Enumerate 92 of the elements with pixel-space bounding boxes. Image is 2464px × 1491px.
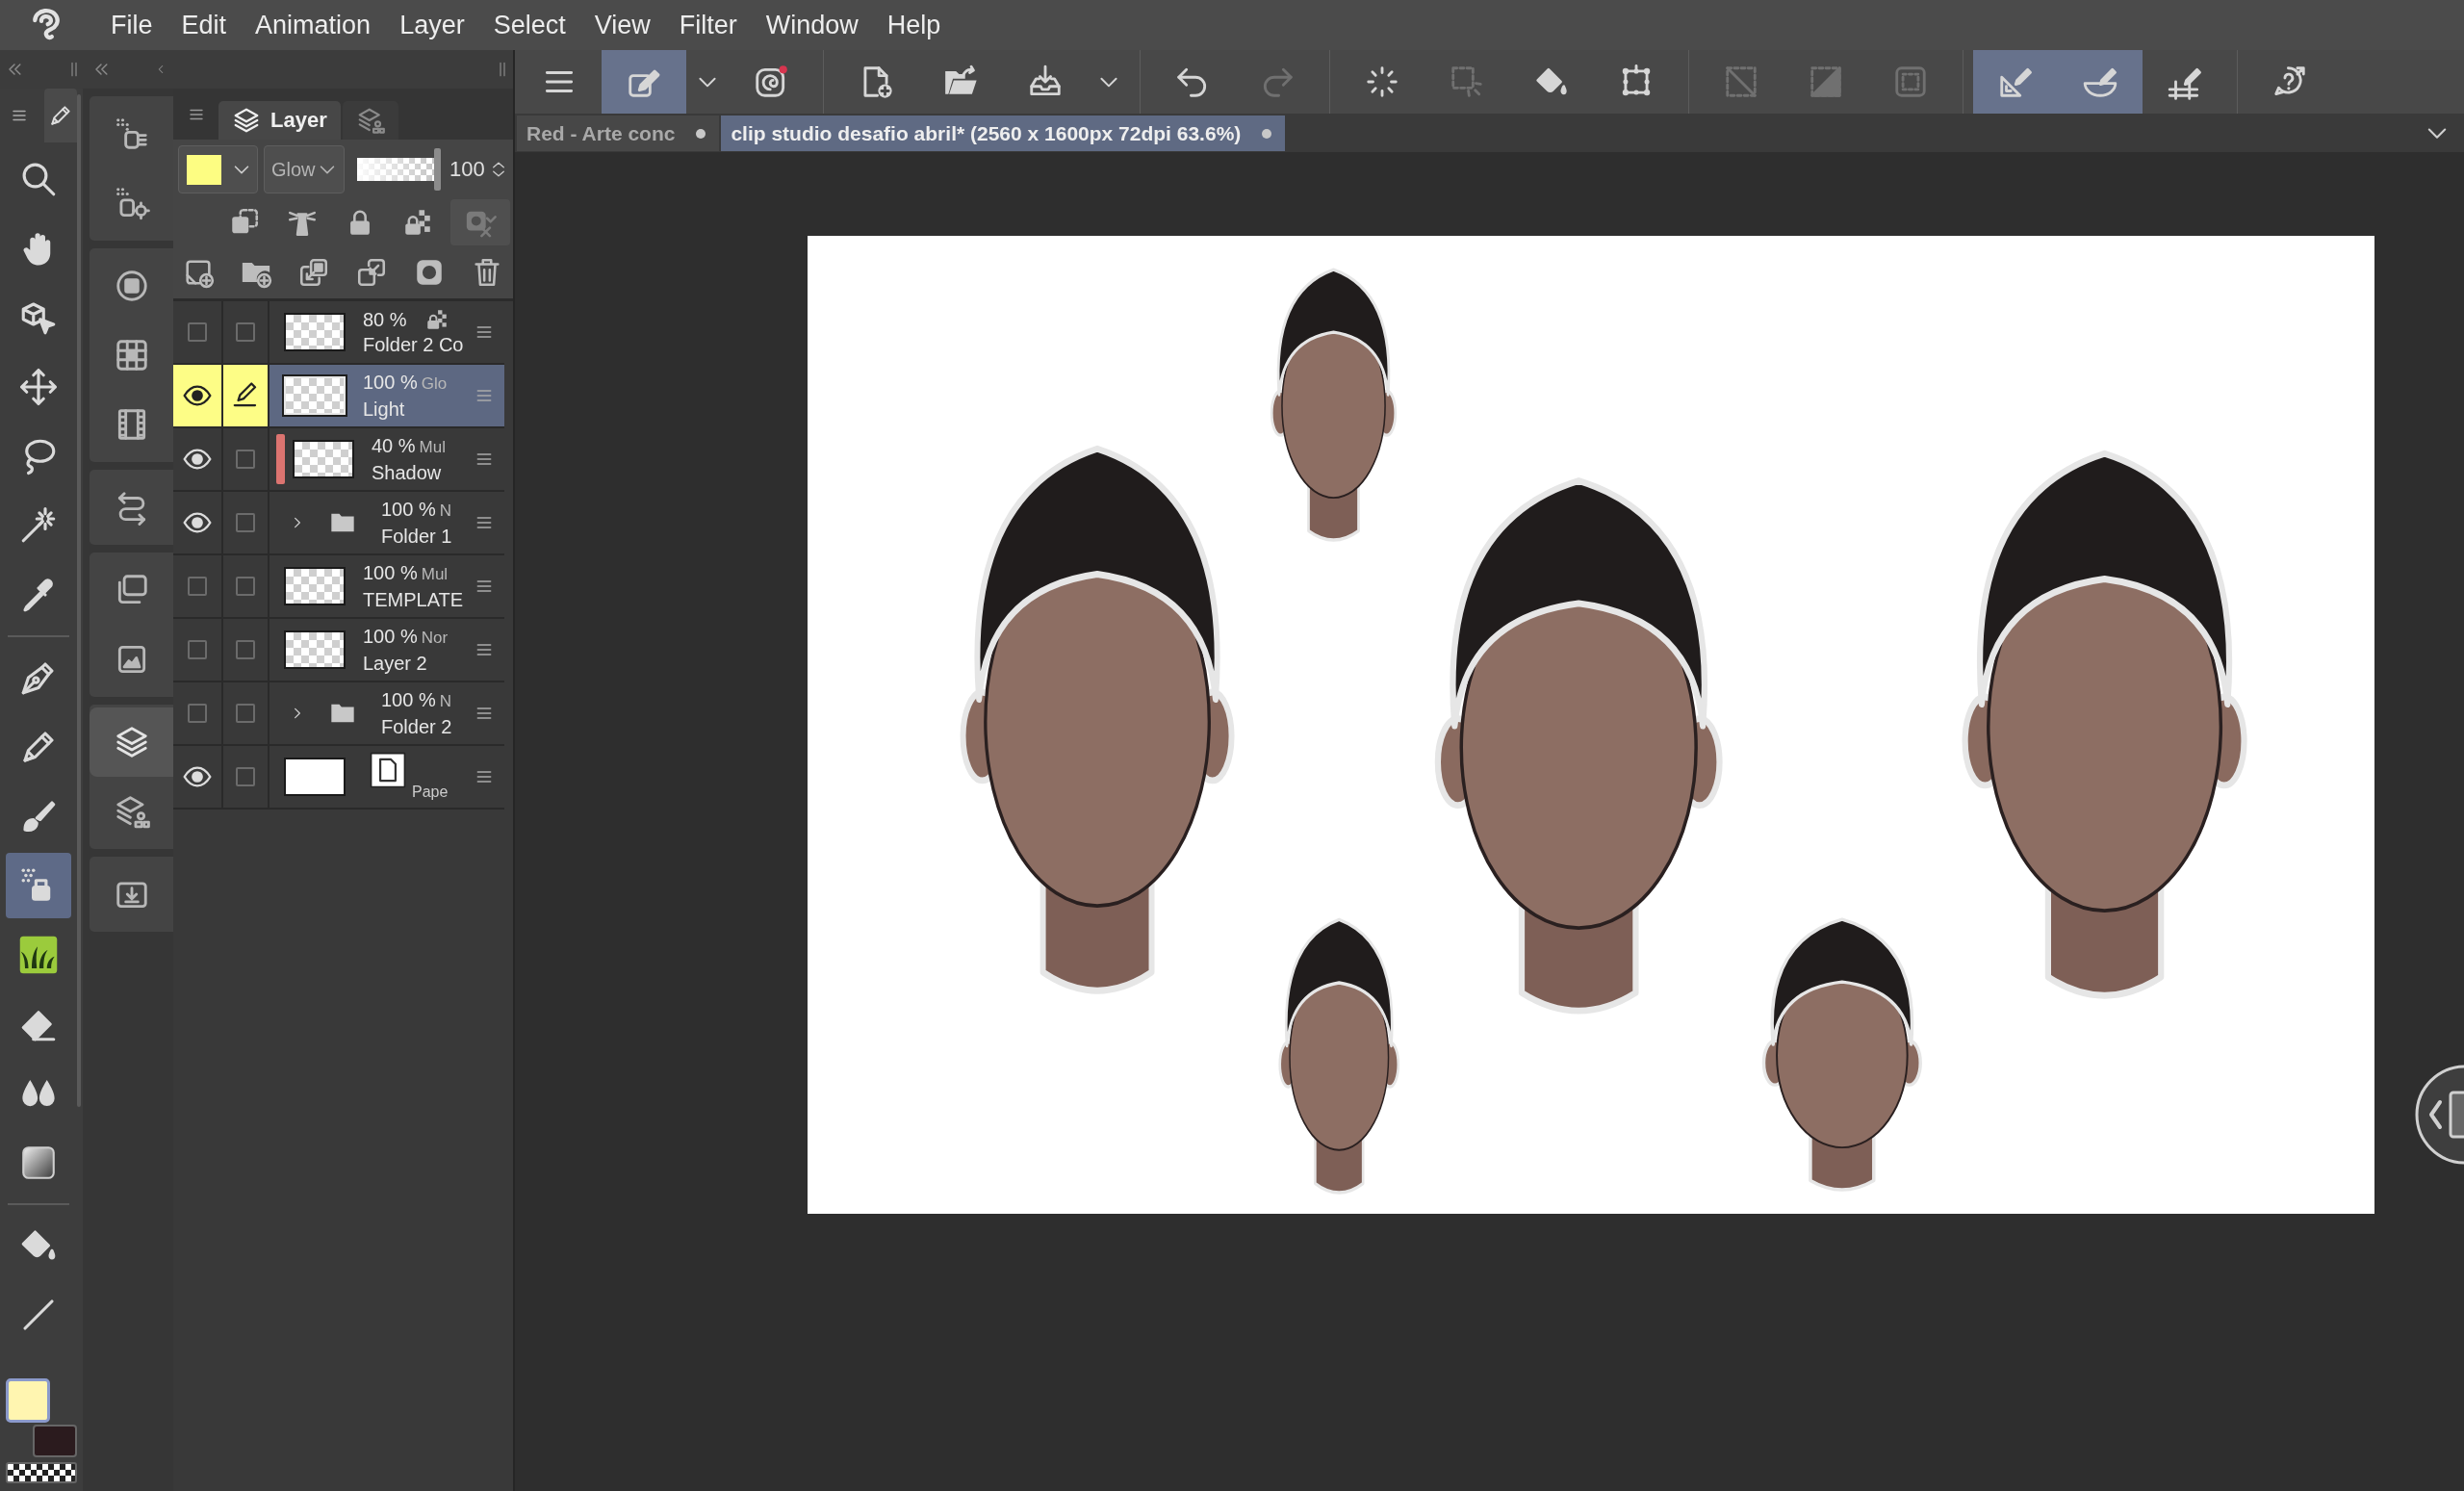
menu-item[interactable]: Select [478,0,580,50]
layer-name: Pape [412,783,449,802]
mask-toggle-button[interactable] [450,199,510,245]
panel-tab[interactable]: Layer [218,101,341,140]
side-panel-handle-icon[interactable] [2414,1064,2464,1166]
layer-opacity: 100 % [363,561,418,585]
layer-item[interactable]: 100 % N Folder 1 [270,492,504,553]
checkbox-icon [188,577,207,596]
menu-item[interactable]: File [96,0,167,50]
checkbox-icon [236,513,255,532]
spiral-icon [753,64,789,100]
layer-opacity: 100 % [363,625,418,649]
slider-thumb[interactable] [434,148,441,191]
framed-square-icon [1892,64,1929,100]
half-filled-square-icon [1808,64,1844,100]
layer-blend-mode: N [439,691,451,712]
layer-name: TEMPLATE [363,588,464,612]
square-arrow-icon [297,256,330,289]
layer-thumbnail [293,440,354,478]
pencil-icon [48,103,73,128]
color-swatch[interactable] [6,1378,50,1423]
tool-tab[interactable] [44,89,77,142]
layer-name: Folder 2 Co [363,333,464,357]
palette-button[interactable] [90,707,173,777]
document-tab[interactable]: clip studio desafio abril* (2560 x 1600px 72dpi 63.6%) [721,116,1286,151]
layer-item[interactable]: 100 % Mul TEMPLATE [270,555,504,617]
stacked-layers-icon [232,106,261,135]
blend-mode-dropdown[interactable]: Glow [264,145,345,193]
visibility-toggle[interactable] [173,365,223,426]
menu-item[interactable]: Filter [664,0,752,50]
opacity-slider[interactable] [357,148,441,191]
tab-dot-icon[interactable] [696,128,706,139]
layer-blend-mode: Mul [421,564,449,585]
airbrush-tool-button[interactable] [6,853,71,918]
color-chip-icon [187,154,221,185]
color-swatch[interactable] [33,1425,77,1457]
layer-color-dropdown[interactable] [178,145,258,193]
tab-dot-icon[interactable] [1262,128,1272,139]
layer-thumbnail [284,567,346,605]
layer-opacity: 100 % [381,498,436,522]
layer-name: Light [363,398,406,422]
layer-item[interactable]: 100 % Nor Layer 2 [270,619,504,681]
menu-item[interactable]: Edit [167,0,242,50]
menu-item[interactable]: Layer [385,0,479,50]
menu-item[interactable]: View [579,0,665,50]
layer-opacity: 100 % [363,371,418,395]
transparent-swatch[interactable] [6,1462,77,1483]
layer-thumbnail [284,376,346,415]
dashed-square-icon [1449,64,1485,100]
opacity-value: 100 [449,157,485,182]
layer-name: Layer 2 [363,652,428,676]
checkbox-icon [236,704,255,723]
layer-item[interactable]: 80 % Folder 2 Co [270,301,504,363]
panel-tab[interactable] [342,101,398,140]
layer-blend-mode: Mul [419,437,446,458]
checkbox-icon [188,704,207,723]
slashed-square-icon [1723,64,1759,100]
edit-toggle[interactable] [223,365,270,426]
layer-thumbnail [284,630,346,669]
layer-item[interactable]: 100 % Glo Light [270,365,504,426]
document-tab[interactable]: Red - Arte conc [517,116,720,151]
layer-name: Shadow [372,461,443,485]
menu-item[interactable]: Window [751,0,873,50]
move-arrows-icon [18,367,59,407]
curve-snap-button[interactable] [2058,50,2143,114]
layer-blend-mode: N [439,501,451,522]
grass-icon [18,935,59,975]
layer-blend-mode: Nor [421,628,449,649]
ruler-snap-button[interactable] [1973,50,2058,114]
paper-icon [370,752,406,788]
layer-item[interactable]: 40 % Mul Shadow [270,428,504,490]
layer-opacity: 80 % [363,308,407,332]
layer-name: Folder 2 [381,715,452,739]
layer-item[interactable]: 100 % N Folder 2 [270,682,504,744]
layer-blend-mode: Glo [421,373,448,395]
checkbox-icon [188,322,207,342]
menu-item[interactable]: Animation [241,0,386,50]
menu-item[interactable]: Help [872,0,956,50]
checkbox-icon [236,450,255,469]
checkbox-icon [236,322,255,342]
layer-thumbnail [284,313,346,351]
layer-thumbnail [284,758,346,796]
squares-arrow-icon [355,256,388,289]
checkbox-icon [188,640,207,659]
layer-opacity: 100 % [381,688,436,712]
checkbox-icon [236,767,255,786]
layer-opacity: 40 % [372,434,416,458]
checkbox-icon [236,640,255,659]
layer-name: Folder 1 [381,525,452,549]
checkbox-icon [236,577,255,596]
tool-button[interactable] [602,50,686,114]
layer-item[interactable]: Pape [270,746,504,808]
